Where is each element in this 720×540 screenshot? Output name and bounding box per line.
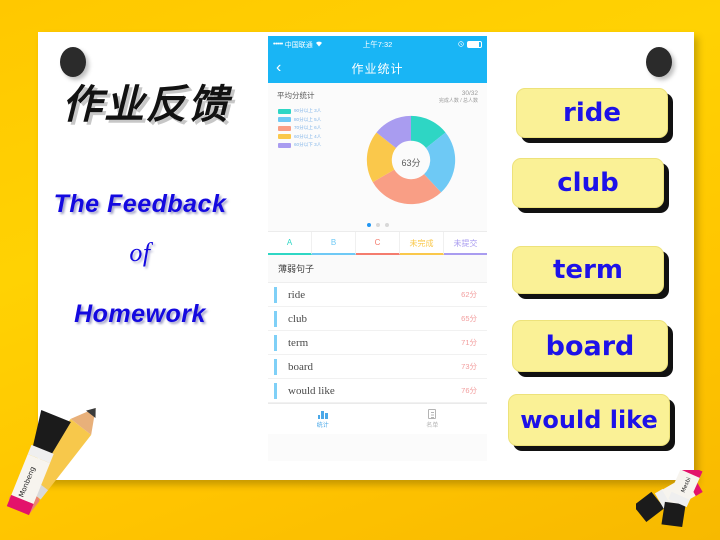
word-card-would-like[interactable]: would like	[508, 394, 670, 446]
alarm-icon	[458, 40, 464, 49]
word-card-board[interactable]: board	[512, 320, 668, 372]
completion-ratio: 30/32 完成人数 / 总人数	[439, 90, 478, 104]
legend-item: 80分以上 5人	[278, 117, 321, 123]
list-item[interactable]: would like 76分	[268, 379, 487, 403]
nav-title: 作业统计	[351, 61, 404, 76]
page-title-english-line1: The Feedback	[53, 190, 227, 218]
signal-dots-icon: •••••	[273, 41, 283, 48]
legend-label: 90分以上 3人	[294, 108, 322, 113]
list-heading: 薄弱句子	[268, 255, 487, 283]
document-icon	[428, 409, 437, 419]
bottom-nav-label: 统计	[316, 422, 329, 429]
carousel-pager[interactable]	[268, 223, 487, 227]
ratio-value: 30/32	[461, 90, 478, 97]
markers-decoration: Mesbi Mesbi	[633, 462, 720, 540]
phone-bottom-nav[interactable]: 统计 名单	[268, 403, 487, 434]
word-score: 65分	[461, 314, 477, 323]
word-card-ride[interactable]: ride	[516, 88, 668, 138]
tab-4[interactable]: 未完成	[400, 232, 444, 255]
legend-swatch	[278, 117, 291, 122]
list-item[interactable]: board 73分	[268, 355, 487, 379]
wifi-icon	[315, 40, 323, 49]
grade-tabs[interactable]: A B C 未完成 未提交	[268, 231, 487, 255]
bar-chart-icon	[317, 410, 328, 419]
tab-2[interactable]: B	[312, 232, 356, 255]
word-card-club[interactable]: club	[512, 158, 664, 208]
row-accent-bar	[274, 311, 277, 327]
slide-canvas: 作业反馈 The Feedback of Homework ••••• 中国联通…	[0, 0, 720, 540]
legend-label: 60分以下 3人	[294, 142, 322, 147]
list-item[interactable]: ride 62分	[268, 283, 487, 307]
phone-nav-bar: ‹ 作业统计	[268, 53, 487, 83]
list-item[interactable]: club 65分	[268, 307, 487, 331]
pencil-and-marker-decoration: Monbeng	[0, 388, 114, 538]
tab-1[interactable]: A	[268, 232, 312, 255]
bottom-nav-label: 名单	[426, 423, 439, 429]
row-accent-bar	[274, 335, 277, 351]
row-accent-bar	[274, 359, 277, 375]
list-item[interactable]: term 71分	[268, 331, 487, 355]
average-score-header: 平均分统计 30/32 完成人数 / 总人数	[268, 83, 487, 104]
word-score: 62分	[461, 290, 477, 299]
weak-words-list[interactable]: ride 62分 club 65分 term 71分 board 73分 would like 7…	[268, 283, 487, 403]
bottom-nav-item[interactable]: 统计	[268, 404, 378, 434]
donut-center-label: 63分	[401, 158, 421, 168]
ratio-caption: 完成人数 / 总人数	[438, 98, 478, 104]
tab-5[interactable]: 未提交	[444, 232, 487, 255]
word-label: ride	[288, 288, 306, 301]
legend-label: 60分以上 4人	[294, 133, 322, 139]
word-score: 76分	[461, 386, 477, 395]
word-label: board	[288, 360, 314, 373]
tab-3[interactable]: C	[356, 232, 400, 255]
legend-item: 60分以下 3人	[278, 142, 321, 148]
legend-label: 80分以上 5人	[294, 116, 322, 122]
word-score: 73分	[461, 362, 477, 371]
donut-chart: 63分	[363, 106, 459, 219]
legend-swatch	[278, 134, 291, 139]
magnet-pin-right	[646, 47, 672, 77]
bottom-nav-item[interactable]: 名单	[378, 404, 488, 434]
legend-swatch	[278, 108, 291, 114]
row-accent-bar	[274, 287, 277, 303]
word-label: term	[288, 336, 309, 349]
legend-item: 60分以上 4人	[278, 134, 321, 140]
section-label: 平均分统计	[277, 91, 315, 100]
battery-icon	[467, 41, 483, 48]
pager-dot[interactable]	[375, 223, 380, 227]
word-label: club	[288, 312, 307, 325]
score-distribution-chart: 90分以上 3人 80分以上 5人 70分以上 6人 60分以上 4人 60分以下 3人…	[268, 104, 487, 222]
word-label: would like	[288, 384, 335, 397]
legend-label: 70分以上 6人	[294, 125, 322, 130]
page-title-chinese: 作业反馈	[62, 83, 230, 127]
page-title-english-line2: of	[129, 238, 151, 267]
legend-swatch	[278, 142, 291, 148]
page-title-english-line3: Homework	[74, 300, 206, 328]
legend-item: 70分以上 6人	[278, 125, 321, 131]
pager-dot[interactable]	[384, 223, 389, 227]
carrier-label: 中国联通	[284, 41, 313, 49]
legend-swatch	[278, 125, 291, 131]
pager-dot[interactable]	[366, 223, 371, 227]
phone-screenshot: ••••• 中国联通 上午7:32 ‹ 作业统计 平均分统计 30/32 完成人…	[268, 36, 487, 461]
row-accent-bar	[274, 383, 277, 399]
phone-status-bar: ••••• 中国联通 上午7:32	[268, 36, 487, 53]
word-card-term[interactable]: term	[512, 246, 664, 294]
legend-item: 90分以上 3人	[278, 108, 321, 114]
chevron-left-icon[interactable]: ‹	[276, 60, 281, 76]
status-time: 上午7:32	[362, 40, 393, 49]
chart-legend: 90分以上 3人 80分以上 5人 70分以上 6人 60分以上 4人 60分以下 3人	[278, 108, 321, 148]
word-score: 71分	[461, 338, 477, 347]
